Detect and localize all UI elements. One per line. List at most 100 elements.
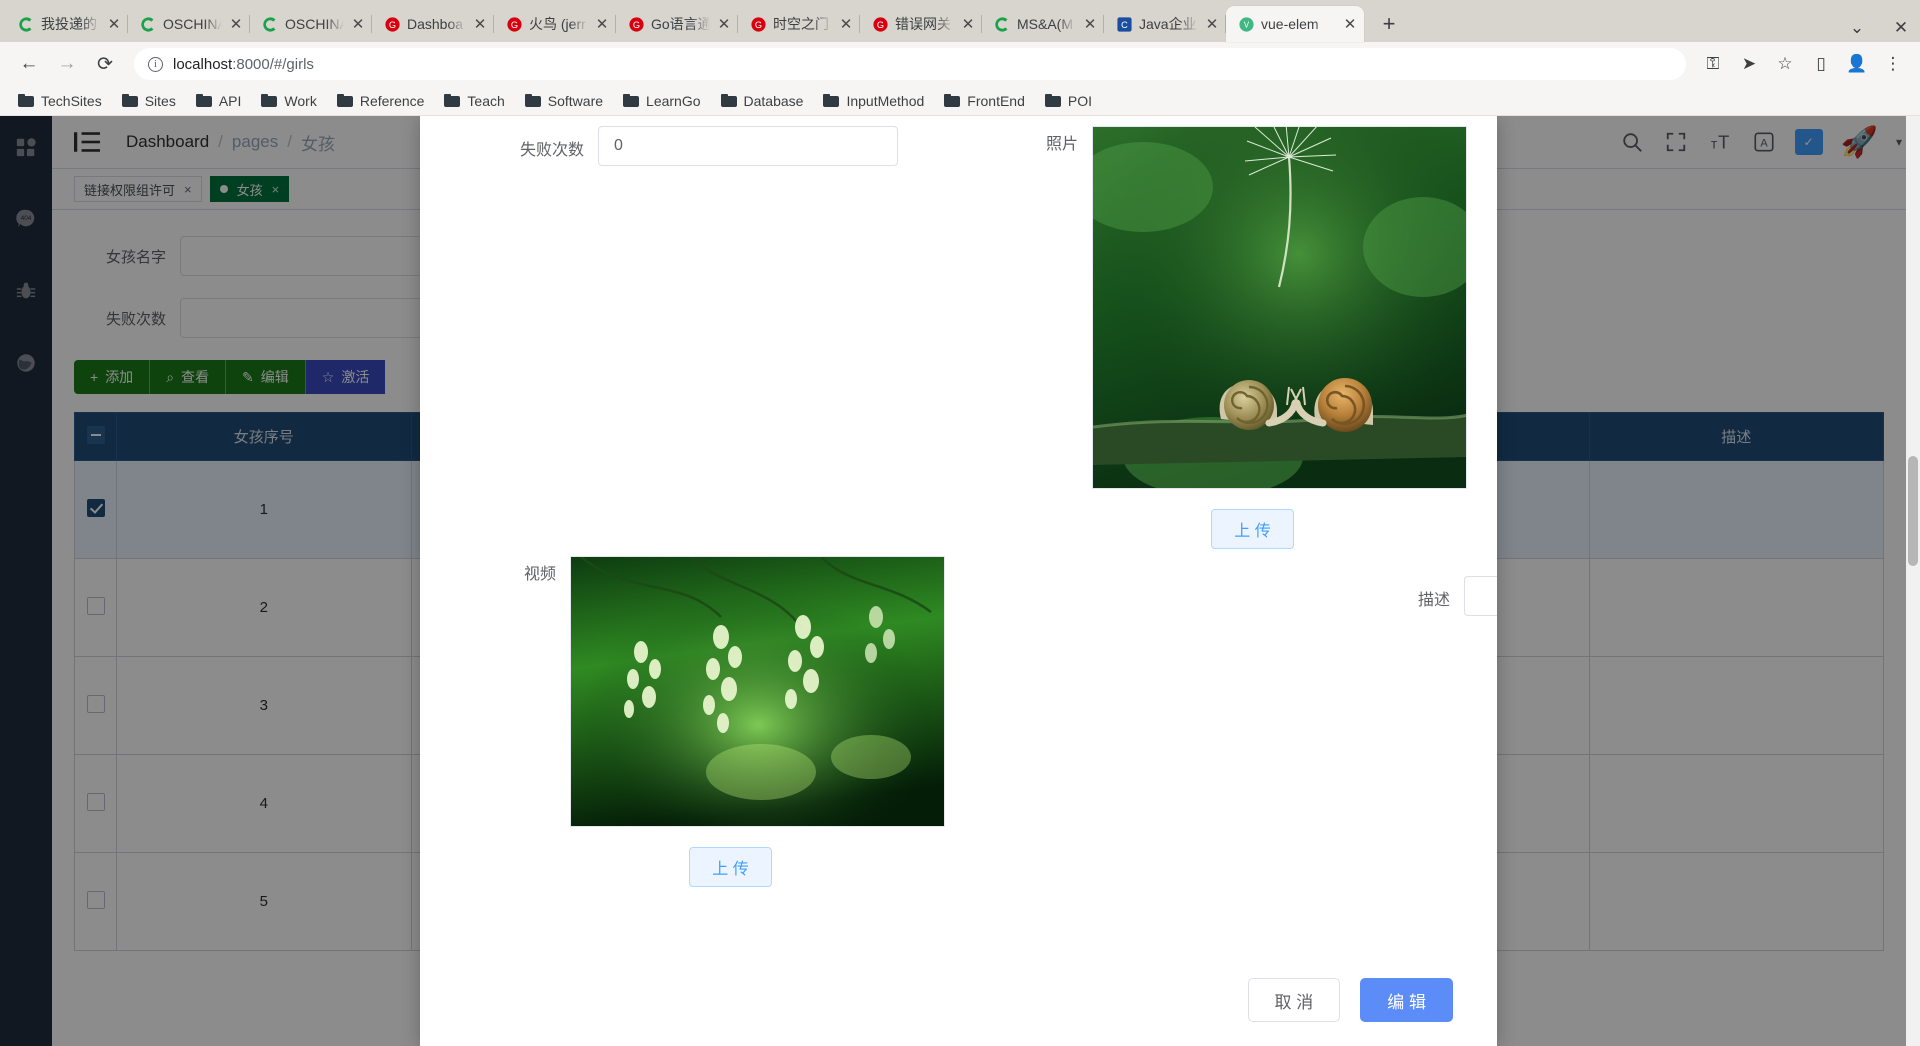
tab-title: 时空之门 <box>773 16 829 32</box>
video-upload-button[interactable]: 上 传 <box>689 847 772 887</box>
edit-girl-dialog: 失败次数 0 照片 上 传 视频 上 传 描述 取 消 编 辑 <box>420 116 1497 1046</box>
video-preview[interactable] <box>570 556 945 827</box>
bookmark-star-icon[interactable]: ☆ <box>1770 49 1800 79</box>
bookmark-label: FrontEnd <box>967 92 1025 109</box>
close-icon[interactable]: ✕ <box>1204 17 1220 32</box>
close-icon[interactable]: ✕ <box>594 17 610 32</box>
close-icon[interactable]: ✕ <box>960 17 976 32</box>
password-key-icon[interactable]: ⚿ <box>1698 49 1728 79</box>
bookmark-label: Sites <box>144 92 176 109</box>
tab-search-button[interactable]: ⌄ <box>1844 18 1870 38</box>
page-viewport: 404 Dashboard / pages / 女孩 т T A ✓ 🚀 ▾ 链… <box>0 116 1920 1046</box>
video-field: 视频 上 传 <box>516 556 945 887</box>
folder-icon <box>524 94 541 107</box>
fail-count-input[interactable]: 0 <box>598 126 898 166</box>
bookmark-label: POI <box>1067 92 1093 109</box>
browser-window: 我投递的 ✕ OSCHINA ✕ OSCHINA ✕ G Dashboa ✕ G 火鸟 (jerr ✕… <box>0 0 1920 1046</box>
close-icon[interactable]: ✕ <box>228 17 244 32</box>
bookmark-folder[interactable]: Sites <box>114 90 184 112</box>
bookmark-folder[interactable]: InputMethod <box>815 90 932 112</box>
window-close-button[interactable]: ✕ <box>1888 18 1914 38</box>
gitee-icon: G <box>384 16 401 33</box>
video-label: 视频 <box>523 566 556 583</box>
back-button[interactable]: ← <box>12 47 46 81</box>
close-icon[interactable]: ✕ <box>716 17 732 32</box>
svg-text:G: G <box>389 20 396 30</box>
browser-tab[interactable]: OSCHINA ✕ <box>128 6 250 42</box>
description-input[interactable] <box>1464 576 1497 616</box>
csdn-icon <box>262 16 279 33</box>
close-icon[interactable]: ✕ <box>1082 17 1098 32</box>
browser-tab[interactable]: G 时空之门 ✕ <box>738 6 860 42</box>
close-icon[interactable]: ✕ <box>106 17 122 32</box>
vue-icon: V <box>1238 16 1255 33</box>
forward-button[interactable]: → <box>50 47 84 81</box>
site-info-icon[interactable]: i <box>148 56 163 72</box>
close-icon[interactable]: ✕ <box>350 17 366 32</box>
svg-text:G: G <box>633 20 640 30</box>
share-send-icon[interactable]: ➤ <box>1734 49 1764 79</box>
close-icon[interactable]: ✕ <box>1342 17 1358 32</box>
gitee-icon: G <box>872 16 889 33</box>
chrome-menu-icon[interactable]: ⋮ <box>1878 49 1908 79</box>
tab-title: MS&A(M <box>1017 16 1073 32</box>
bookmark-label: TechSites <box>41 92 102 109</box>
bookmark-folder[interactable]: API <box>188 90 250 112</box>
fail-count-label: 失败次数 <box>519 142 584 159</box>
url-text: localhost:8000/#/girls <box>173 55 314 73</box>
browser-tab[interactable]: G 火鸟 (jerr ✕ <box>494 6 616 42</box>
browser-tab[interactable]: Vvue-elem ✕ <box>1226 6 1364 42</box>
bookmark-folder[interactable]: TechSites <box>10 90 110 112</box>
bookmark-folder[interactable]: LearnGo <box>615 90 708 112</box>
tab-title: 错误网关 <box>895 16 951 32</box>
side-panel-icon[interactable]: ▯ <box>1806 49 1836 79</box>
tab-title: Go语言通 <box>651 16 710 32</box>
folder-icon <box>823 94 840 107</box>
bookmark-folder[interactable]: Work <box>253 90 324 112</box>
green-blossom-video-thumbnail <box>571 557 944 826</box>
tab-title: 火鸟 (jerr <box>529 16 586 32</box>
address-bar[interactable]: i localhost:8000/#/girls <box>134 48 1686 80</box>
browser-toolbar: ← → ⟳ i localhost:8000/#/girls ⚿ ➤ ☆ ▯ 👤 ⋮ <box>0 42 1920 86</box>
bookmark-folder[interactable]: Software <box>517 90 611 112</box>
svg-text:V: V <box>1244 20 1250 29</box>
folder-icon <box>444 94 461 107</box>
cancel-button[interactable]: 取 消 <box>1247 978 1341 1022</box>
close-icon[interactable]: ✕ <box>472 17 488 32</box>
page-scrollbar[interactable] <box>1906 116 1920 1046</box>
browser-tab[interactable]: OSCHINA ✕ <box>250 6 372 42</box>
tab-title: 我投递的 <box>41 16 97 32</box>
svg-text:C: C <box>1121 20 1128 30</box>
bookmark-folder[interactable]: Reference <box>329 90 433 112</box>
browser-tab[interactable]: MS&A(M ✕ <box>982 6 1104 42</box>
tab-title: Java企业 <box>1139 16 1197 32</box>
svg-text:G: G <box>511 20 518 30</box>
browser-tab[interactable]: G Go语言通 ✕ <box>616 6 738 42</box>
bookmark-label: Teach <box>467 92 505 109</box>
browser-tab[interactable]: G Dashboa ✕ <box>372 6 494 42</box>
browser-tab[interactable]: 我投递的 ✕ <box>6 6 128 42</box>
browser-tab[interactable]: G 错误网关 ✕ <box>860 6 982 42</box>
new-tab-button[interactable]: + <box>1372 7 1406 41</box>
bookmark-folder[interactable]: FrontEnd <box>936 90 1033 112</box>
bookmark-label: Database <box>743 92 804 109</box>
tab-strip: 我投递的 ✕ OSCHINA ✕ OSCHINA ✕ G Dashboa ✕ G 火鸟 (jerr ✕… <box>0 0 1920 42</box>
bookmark-folder[interactable]: Database <box>713 90 812 112</box>
photo-preview[interactable] <box>1092 126 1467 489</box>
gitee-icon: G <box>750 16 767 33</box>
blue-icon: C <box>1116 16 1133 33</box>
tab-title: OSCHINA <box>285 16 344 32</box>
confirm-edit-button[interactable]: 编 辑 <box>1360 978 1453 1022</box>
folder-icon <box>261 94 278 107</box>
csdn-icon <box>18 16 35 33</box>
profile-avatar-icon[interactable]: 👤 <box>1842 49 1872 79</box>
bookmark-folder[interactable]: POI <box>1037 90 1100 112</box>
bookmark-folder[interactable]: Teach <box>436 90 512 112</box>
close-icon[interactable]: ✕ <box>838 17 854 32</box>
reload-button[interactable]: ⟳ <box>88 47 122 81</box>
scrollbar-thumb[interactable] <box>1908 456 1918 566</box>
browser-tab[interactable]: C Java企业 ✕ <box>1104 6 1226 42</box>
window-controls: ⌄ ✕ <box>1844 18 1914 38</box>
folder-icon <box>720 94 737 107</box>
photo-upload-button[interactable]: 上 传 <box>1211 509 1294 549</box>
